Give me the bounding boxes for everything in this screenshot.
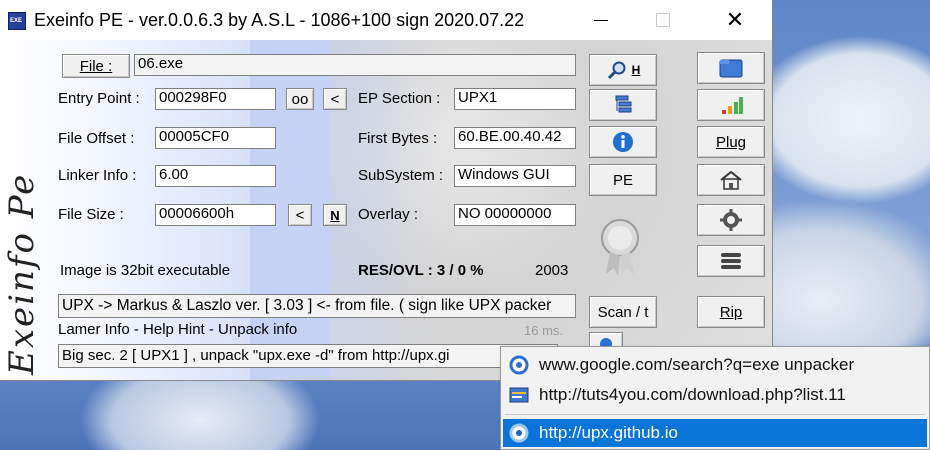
file-size-back-label: <	[295, 206, 305, 224]
file-button-label: File :	[79, 57, 113, 75]
brand-logo-text: Exeinfo Pe	[2, 172, 42, 375]
image-info-text: Image is 32bit executable	[60, 262, 231, 279]
about-button[interactable]	[589, 126, 657, 158]
detect-result-field[interactable]: UPX -> Markus & Laszlo ver. [ 3.03 ] <- …	[58, 294, 576, 318]
scan-button[interactable]: Scan / t	[589, 296, 657, 328]
file-size-label: File Size :	[58, 206, 124, 223]
options-button[interactable]	[697, 204, 765, 236]
menu-item-label: www.google.com/search?q=exe unpacker	[539, 355, 855, 374]
menu-item-label: http://tuts4you.com/download.php?list.11	[539, 385, 846, 404]
award-medal-icon	[601, 219, 639, 276]
ep-section-label: EP Section :	[358, 90, 441, 107]
file-button[interactable]: File :	[62, 54, 130, 78]
n-button-label: N	[330, 207, 340, 223]
folder-icon	[719, 59, 743, 78]
lamer-info-label: Lamer Info - Help Hint - Unpack info	[58, 321, 298, 338]
file-offset-label: File Offset :	[58, 130, 135, 147]
file-offset-field[interactable]: 00005CF0	[155, 127, 276, 149]
n-button[interactable]: N	[323, 204, 347, 226]
info-icon	[613, 132, 633, 152]
file-path-field[interactable]: 06.exe	[134, 54, 576, 76]
gear-icon	[720, 209, 742, 231]
first-bytes-label: First Bytes :	[358, 130, 438, 147]
upx-icon	[509, 423, 529, 443]
close-button[interactable]: ✕	[712, 0, 758, 40]
bar-chart-icon	[722, 97, 743, 114]
magnifier-icon	[607, 61, 626, 80]
client-area: Exeinfo Pe File : 06.exe Entry Point : 0…	[0, 40, 772, 380]
menu-item-tuts4you[interactable]: http://tuts4you.com/download.php?list.11	[503, 381, 927, 409]
oo-button-label: oo	[291, 90, 309, 108]
home-button[interactable]	[697, 164, 765, 196]
overlay-field[interactable]: NO 00000000	[454, 204, 576, 226]
year-text: 2003	[535, 262, 569, 279]
res-ovl-text: RES/OVL : 3 / 0 %	[358, 262, 484, 279]
menu-separator	[505, 414, 925, 415]
entry-point-field[interactable]: 000298F0	[155, 88, 276, 110]
linker-info-field[interactable]: 6.00	[155, 165, 276, 187]
pe-button[interactable]: PE	[589, 164, 657, 196]
maximize-button[interactable]	[640, 0, 686, 40]
stats-button[interactable]	[697, 89, 765, 121]
plug-button[interactable]: Plug	[697, 126, 765, 158]
app-icon	[8, 12, 26, 30]
entry-point-back-button[interactable]: <	[323, 88, 347, 110]
minimize-button[interactable]	[578, 0, 624, 40]
file-size-back-button[interactable]: <	[288, 204, 312, 226]
rip-button[interactable]: Rip	[697, 296, 765, 328]
search-button[interactable]: H	[589, 54, 657, 86]
scan-button-label: Scan / t	[597, 303, 649, 321]
overlay-label: Overlay :	[358, 206, 419, 223]
open-folder-button[interactable]	[697, 52, 765, 84]
tuts4you-icon	[509, 387, 529, 403]
menu-item-label: http://upx.github.io	[539, 423, 678, 442]
sections-button[interactable]	[589, 89, 657, 121]
unpack-link-menu: www.google.com/search?q=exe unpacker htt…	[500, 346, 930, 450]
first-bytes-field[interactable]: 60.BE.00.40.42	[454, 127, 576, 149]
scan-time-text: 16 ms.	[524, 323, 564, 338]
ep-section-field[interactable]: UPX1	[454, 88, 576, 110]
rip-button-label: Rip	[719, 303, 743, 321]
title-bar[interactable]: Exeinfo PE - ver.0.0.6.3 by A.S.L - 1086…	[0, 0, 772, 40]
menu-button[interactable]	[697, 245, 765, 277]
oo-button[interactable]: oo	[286, 88, 314, 110]
sections-icon	[615, 95, 632, 113]
google-icon	[509, 355, 529, 375]
subsystem-label: SubSystem :	[358, 167, 444, 184]
back-button-label: <	[330, 90, 340, 108]
plug-button-label: Plug	[715, 133, 747, 151]
menu-item-google[interactable]: www.google.com/search?q=exe unpacker	[503, 351, 927, 379]
h-label: H	[631, 63, 641, 77]
hamburger-icon	[721, 253, 741, 269]
house-icon	[720, 170, 742, 190]
exeinfo-window: Exeinfo PE - ver.0.0.6.3 by A.S.L - 1086…	[0, 0, 772, 380]
window-title: Exeinfo PE - ver.0.0.6.3 by A.S.L - 1086…	[34, 10, 525, 30]
entry-point-label: Entry Point :	[58, 90, 140, 107]
subsystem-field[interactable]: Windows GUI	[454, 165, 576, 187]
file-size-field[interactable]: 00006600h	[155, 204, 276, 226]
linker-info-label: Linker Info :	[58, 167, 137, 184]
pe-button-label: PE	[612, 171, 633, 189]
hint-field[interactable]: Big sec. 2 [ UPX1 ] , unpack "upx.exe -d…	[58, 344, 558, 368]
menu-item-upx[interactable]: http://upx.github.io	[503, 419, 927, 447]
